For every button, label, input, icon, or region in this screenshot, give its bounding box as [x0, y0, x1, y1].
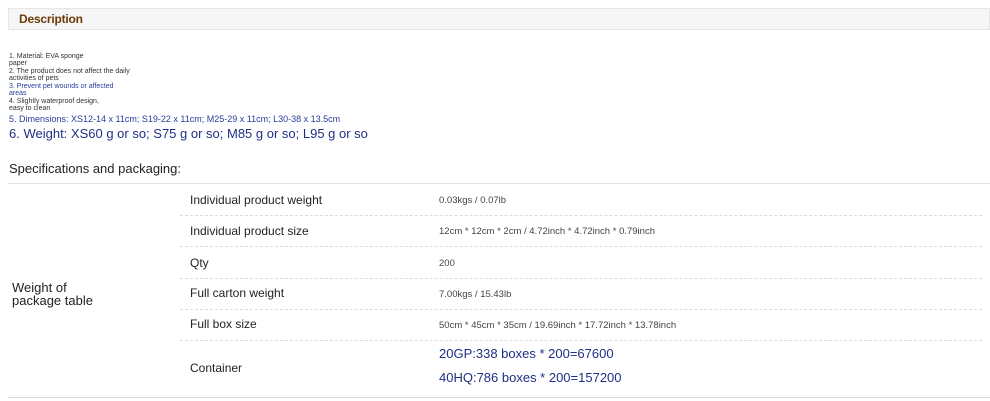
table-row: Individual product weight 0.03kgs / 0.07… [180, 183, 982, 216]
table-row: Full box size 50cm * 45cm * 35cm / 19.69… [180, 310, 982, 341]
row-name: Full carton weight [190, 286, 285, 300]
table-row: Container 20GP:338 boxes * 200=67600 40H… [180, 341, 982, 397]
container-value-20gp: 20GP:338 boxes * 200=67600 [439, 346, 614, 361]
description-line-5: 5. Dimensions: XS12-14 x 11cm; S19-22 x … [9, 114, 341, 124]
description-line-6: 6. Weight: XS60 g or so; S75 g or so; M8… [9, 126, 368, 141]
table-bottom-divider [8, 397, 990, 398]
row-value: 7.00kgs / 15.43lb [439, 289, 512, 300]
row-value: 0.03kgs / 0.07lb [439, 195, 507, 206]
description-line-2: 2. The product does not affect the daily… [9, 68, 130, 82]
description-list: 1. Material: EVA sponge paper 2. The pro… [9, 53, 429, 141]
table-row: Qty 200 [180, 247, 982, 279]
row-name: Full box size [190, 317, 257, 331]
container-value-40hq: 40HQ:786 boxes * 200=157200 [439, 370, 622, 385]
row-value: 200 [439, 258, 455, 269]
row-name: Individual product size [190, 224, 309, 238]
row-value: 50cm * 45cm * 35cm / 19.69inch * 17.72in… [439, 320, 677, 331]
description-line-3: 3. Prevent pet wounds or affected areas [9, 83, 114, 97]
description-header-bar: Description [8, 8, 990, 30]
row-value: 12cm * 12cm * 2cm / 4.72inch * 4.72inch … [439, 226, 655, 237]
description-line-4: 4. Slightly waterproof design, easy to c… [9, 98, 99, 112]
specifications-table: Weight of package table Individual produ… [8, 183, 990, 398]
table-row: Individual product size 12cm * 12cm * 2c… [180, 216, 982, 247]
group-label: Weight of package table [12, 280, 93, 308]
specifications-title: Specifications and packaging: [9, 161, 182, 176]
table-row: Full carton weight 7.00kgs / 15.43lb [180, 279, 982, 310]
row-name: Container [190, 361, 243, 375]
description-title: Description [19, 12, 83, 26]
row-name: Qty [190, 256, 209, 270]
description-line-1: 1. Material: EVA sponge paper [9, 53, 84, 67]
row-name: Individual product weight [190, 193, 323, 207]
